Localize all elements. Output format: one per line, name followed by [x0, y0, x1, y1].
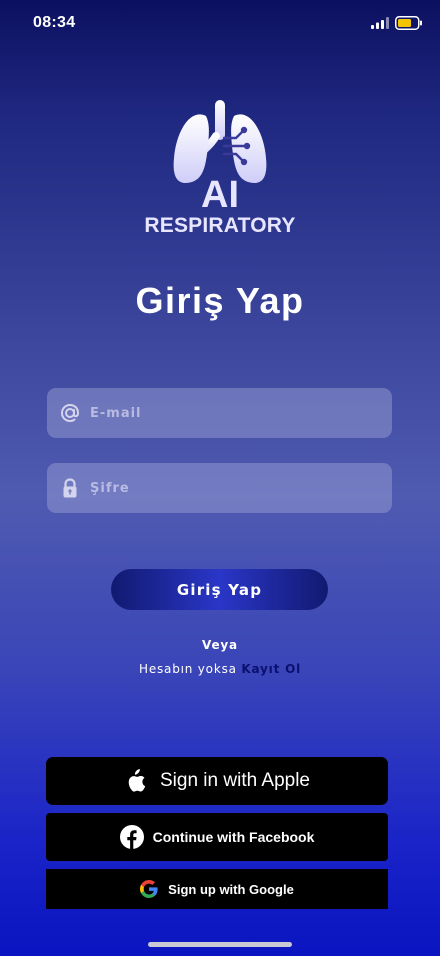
- facebook-logo-icon: [119, 825, 144, 849]
- email-field[interactable]: [47, 388, 392, 438]
- no-account-text: Hesabın yoksa: [139, 662, 237, 676]
- facebook-sign-in-label: Continue with Facebook: [152, 829, 315, 845]
- battery-icon: [395, 16, 422, 30]
- password-field[interactable]: [47, 463, 392, 513]
- or-divider-label: Veya: [202, 638, 238, 652]
- status-bar: 08:34: [0, 0, 440, 48]
- email-input[interactable]: [90, 388, 380, 438]
- register-link[interactable]: Kayıt Ol: [241, 662, 301, 676]
- apple-sign-in-button[interactable]: Sign in with Apple: [46, 757, 388, 805]
- register-prompt: Hesabın yoksa Kayıt Ol: [0, 662, 440, 676]
- facebook-sign-in-button[interactable]: Continue with Facebook: [46, 813, 388, 861]
- google-sign-in-label: Sign up with Google: [168, 881, 294, 897]
- password-input[interactable]: [90, 463, 380, 513]
- login-button[interactable]: Giriş Yap: [111, 569, 328, 610]
- logo-mark: AI: [201, 174, 239, 216]
- cellular-signal-icon: [371, 17, 389, 29]
- home-indicator[interactable]: [148, 942, 292, 947]
- apple-sign-in-label: Sign in with Apple: [160, 770, 310, 791]
- google-sign-in-button[interactable]: Sign up with Google: [46, 869, 388, 909]
- status-time: 08:34: [33, 14, 76, 31]
- google-logo-icon: [140, 880, 158, 898]
- at-sign-icon: [60, 403, 80, 423]
- page-title: Giriş Yap: [135, 280, 305, 321]
- lock-icon: [63, 478, 77, 498]
- apple-logo-icon: [128, 769, 146, 792]
- logo-subtitle: RESPIRATORY: [144, 214, 296, 237]
